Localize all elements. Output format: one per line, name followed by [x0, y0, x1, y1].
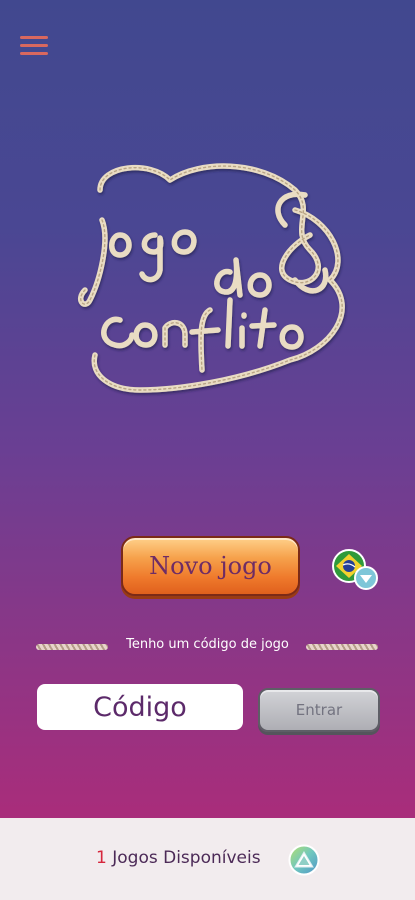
available-games-count: 1 [96, 848, 107, 868]
game-code-input[interactable] [37, 684, 243, 730]
available-games-text: 1 Jogos Disponíveis [96, 848, 261, 868]
hamburger-menu-icon[interactable] [20, 36, 48, 58]
jogo-do-conflito-logo [78, 163, 345, 393]
available-games-bar: 1 Jogos Disponíveis [0, 818, 415, 900]
new-game-button[interactable]: Novo jogo [121, 536, 300, 596]
refresh-icon[interactable] [288, 844, 320, 876]
code-divider: Tenho um código de jogo [0, 633, 415, 661]
language-selector[interactable] [331, 548, 381, 592]
chevron-down-icon [354, 566, 378, 590]
available-games-label: Jogos Disponíveis [112, 848, 261, 868]
rope-divider-right [306, 644, 378, 650]
enter-button[interactable]: Entrar [258, 688, 380, 732]
